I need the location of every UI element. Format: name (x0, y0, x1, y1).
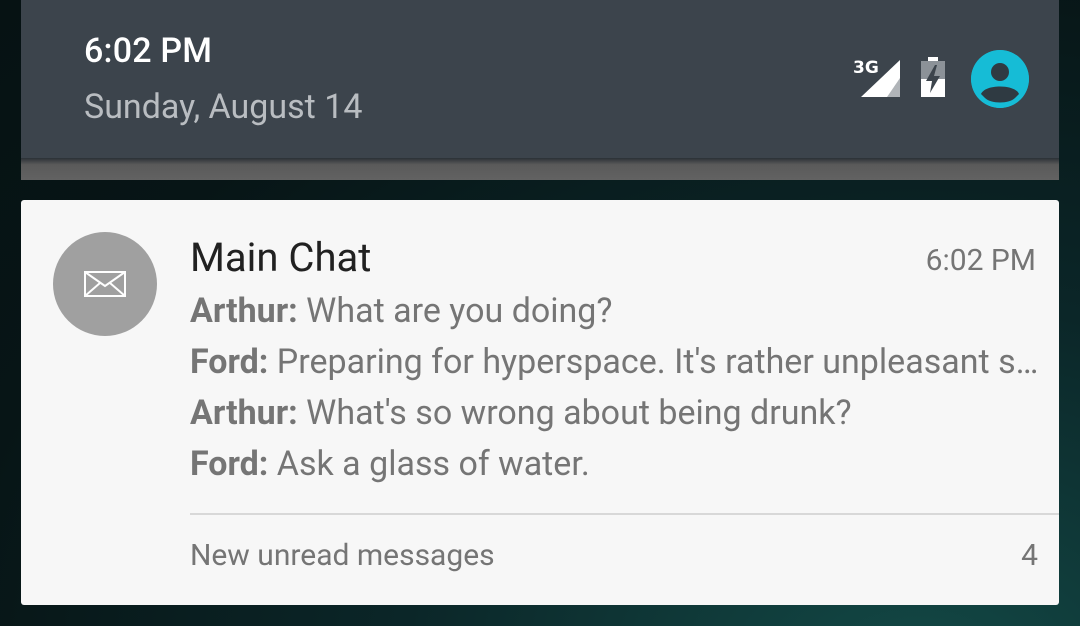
message-list: Arthur: What are you doing? Ford: Prepar… (190, 286, 1040, 490)
summary-text: New unread messages (190, 538, 495, 573)
message-line: Arthur: What are you doing? (190, 286, 1040, 337)
battery-charging-icon (918, 57, 948, 99)
signal-3g-icon: 3G (853, 58, 901, 98)
message-sender: Arthur: (190, 393, 298, 433)
notification-shade-header: 6:02 PM Sunday, August 14 3G (21, 0, 1059, 158)
message-text: Preparing for hyperspace. It's rather un… (268, 342, 1040, 382)
message-sender: Ford: (190, 342, 269, 382)
notification-card[interactable]: Main Chat 6:02 PM Arthur: What are you d… (21, 200, 1059, 605)
notification-title: Main Chat (190, 234, 372, 281)
unread-count: 4 (1021, 538, 1038, 573)
envelope-icon (53, 232, 157, 336)
message-sender: Arthur: (190, 291, 298, 331)
user-avatar-icon[interactable] (971, 50, 1029, 108)
message-sender: Ford: (190, 444, 269, 484)
notification-time: 6:02 PM (925, 243, 1036, 278)
message-text: What are you doing? (297, 291, 613, 331)
message-line: Arthur: What's so wrong about being drun… (190, 388, 1040, 439)
message-line: Ford: Preparing for hyperspace. It's rat… (190, 337, 1040, 388)
network-type-label: 3G (853, 58, 879, 78)
message-text: What's so wrong about being drunk? (297, 393, 852, 433)
header-shadow (21, 158, 1059, 180)
summary-divider (190, 513, 1059, 515)
message-text: Ask a glass of water. (268, 444, 590, 484)
clock-time: 6:02 PM (84, 31, 213, 71)
message-line: Ford: Ask a glass of water. (190, 439, 1040, 490)
current-date: Sunday, August 14 (84, 87, 363, 127)
